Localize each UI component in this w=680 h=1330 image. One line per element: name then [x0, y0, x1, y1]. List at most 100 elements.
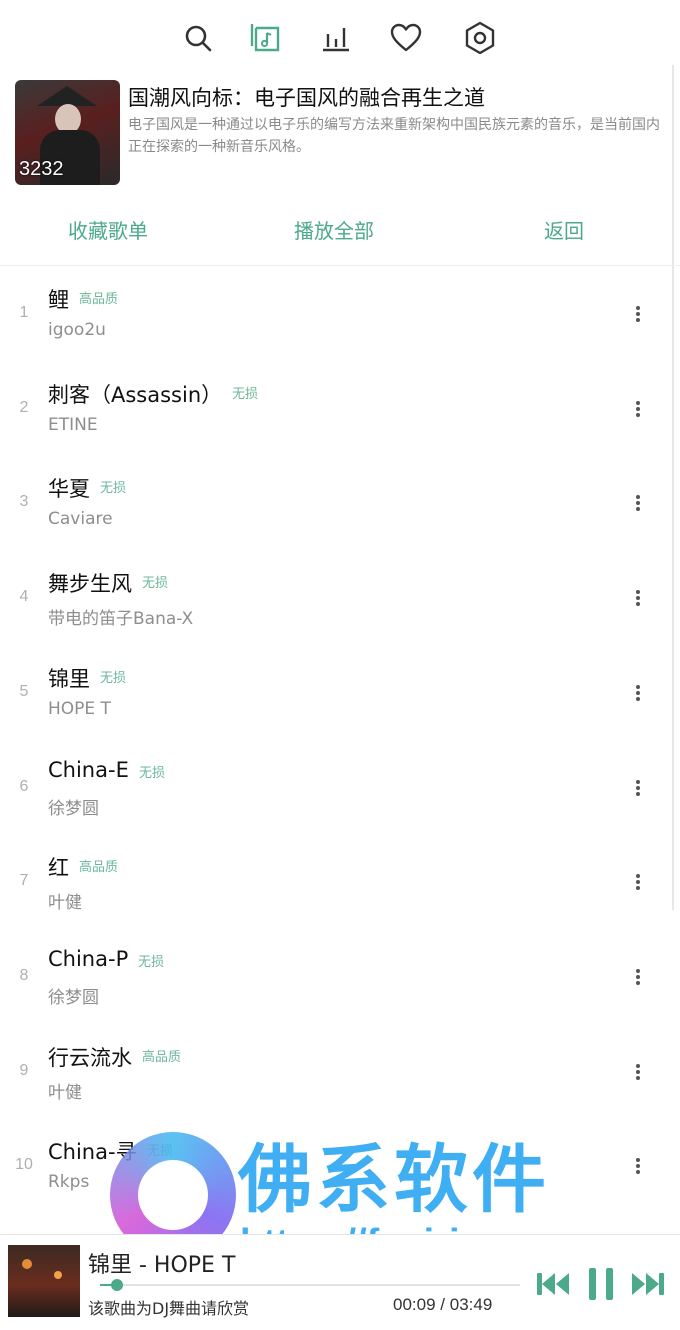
song-row[interactable]: 3 华夏 无损 Caviare [0, 457, 680, 551]
song-row[interactable]: 4 舞步生风 无损 带电的笛子Bana-X [0, 552, 680, 646]
song-artist: 叶健 [48, 893, 82, 914]
song-row[interactable]: 9 行云流水 高品质 叶健 [0, 1026, 680, 1120]
song-number: 4 [19, 588, 29, 606]
playback-time: 00:09 / 03:49 [393, 1295, 492, 1315]
quality-badge: 高品质 [79, 860, 119, 876]
more-dot [636, 602, 640, 607]
quality-badge: 无损 [139, 765, 166, 781]
more-dot [636, 696, 640, 701]
more-dot [636, 507, 640, 512]
playlist-actions: 收藏歌单 播放全部 返回 [0, 215, 680, 255]
quality-badge: 无损 [142, 576, 169, 592]
song-row[interactable]: 2 刺客（Assassin） 无损 ETINE [0, 363, 680, 457]
more-dot [636, 1069, 640, 1074]
quality-badge: 无损 [232, 386, 259, 402]
previous-icon[interactable] [535, 1267, 571, 1301]
pause-icon[interactable] [585, 1267, 617, 1301]
now-playing-description: 该歌曲为DJ舞曲请欣赏 [88, 1299, 250, 1318]
progress-knob[interactable] [111, 1279, 123, 1291]
more-dot [636, 1164, 640, 1169]
song-number: 8 [19, 966, 29, 984]
more-dot [636, 1158, 640, 1163]
music-note-icon[interactable] [248, 20, 284, 56]
quality-badge: 无损 [138, 954, 165, 970]
more-dot [636, 318, 640, 322]
song-row[interactable]: 5 锦里 无损 HOPE T [0, 647, 680, 741]
more-options-icon[interactable] [630, 967, 646, 991]
settings-icon[interactable] [462, 20, 498, 56]
song-row[interactable]: 8 China-P 无损 徐梦圆 [0, 931, 680, 1025]
more-options-icon[interactable] [630, 1062, 646, 1086]
more-dot [636, 785, 640, 790]
song-row[interactable]: 1 鲤高品质 igoo2u [0, 268, 680, 362]
song-title: China-P [48, 946, 129, 971]
more-dot [636, 886, 640, 891]
cover-figure-hat [37, 86, 97, 106]
song-title: 红 [48, 856, 69, 881]
song-artist: HOPE T [48, 698, 111, 719]
mini-player[interactable]: 锦里 - HOPE T 该歌曲为DJ舞曲请欣赏 00:09 / 03:49 [0, 1234, 680, 1330]
cover-lantern [54, 1271, 62, 1279]
more-dot [636, 1170, 640, 1175]
cover-lantern [22, 1259, 32, 1269]
quality-badge: 无损 [100, 670, 127, 686]
now-playing-title: 锦里 - HOPE T [88, 1253, 236, 1278]
song-number: 6 [19, 777, 29, 795]
more-dot [636, 880, 640, 885]
quality-badge: 高品质 [79, 292, 119, 307]
more-dot [636, 980, 640, 985]
more-dot [636, 779, 640, 784]
more-dot [636, 690, 640, 695]
more-dot [636, 406, 640, 411]
more-options-icon[interactable] [630, 588, 646, 612]
more-dot [636, 968, 640, 973]
song-row[interactable]: 10 China-寻 无损 Rkps [0, 1120, 680, 1214]
quality-badge: 无损 [100, 481, 127, 497]
now-playing-cover[interactable] [8, 1245, 80, 1317]
song-artist: 叶健 [48, 1082, 82, 1103]
top-nav [0, 0, 680, 75]
heart-icon[interactable] [388, 20, 424, 56]
collect-playlist-button[interactable]: 收藏歌单 [68, 215, 148, 244]
song-number: 3 [19, 493, 29, 511]
play-all-button[interactable]: 播放全部 [294, 215, 374, 244]
more-options-icon[interactable] [630, 778, 646, 802]
more-options-icon[interactable] [630, 493, 646, 517]
back-button[interactable]: 返回 [544, 215, 584, 244]
more-dot [636, 596, 640, 601]
progress-bar[interactable] [100, 1279, 520, 1291]
search-icon[interactable] [180, 20, 216, 56]
song-title: 鲤 [48, 288, 69, 312]
song-title: 行云流水 [48, 1045, 132, 1070]
more-options-icon[interactable] [630, 1156, 646, 1180]
song-row[interactable]: 7 红高品质 叶健 [0, 836, 680, 930]
more-dot [636, 590, 640, 595]
song-number: 9 [19, 1061, 29, 1079]
current-time: 00:09 [393, 1295, 436, 1314]
more-dot [636, 1063, 640, 1068]
song-artist: igoo2u [48, 320, 106, 340]
play-count: 3232 [19, 158, 64, 180]
more-dot [636, 974, 640, 979]
more-dot [636, 874, 640, 879]
song-row[interactable]: 6 China-E 无损 徐梦圆 [0, 742, 680, 836]
more-options-icon[interactable] [630, 872, 646, 896]
more-options-icon[interactable] [630, 304, 646, 328]
more-options-icon[interactable] [630, 399, 646, 423]
bar-chart-icon[interactable] [318, 20, 354, 56]
total-time: 03:49 [449, 1295, 493, 1314]
song-number: 2 [19, 398, 29, 416]
song-number: 1 [19, 304, 29, 321]
song-title: 舞步生风 [48, 572, 132, 597]
song-title: China-寻 [48, 1140, 137, 1165]
song-artist: Caviare [48, 509, 113, 530]
quality-badge: 无损 [147, 1144, 174, 1160]
song-artist: Rkps [48, 1172, 90, 1193]
song-number: 10 [15, 1156, 33, 1174]
more-options-icon[interactable] [630, 683, 646, 707]
playlist-title: 国潮风向标：电子国风的融合再生之道 [128, 86, 485, 110]
song-title: China-E [48, 757, 129, 782]
next-icon[interactable] [630, 1267, 666, 1301]
time-separator: / [440, 1295, 446, 1314]
divider [0, 265, 680, 266]
